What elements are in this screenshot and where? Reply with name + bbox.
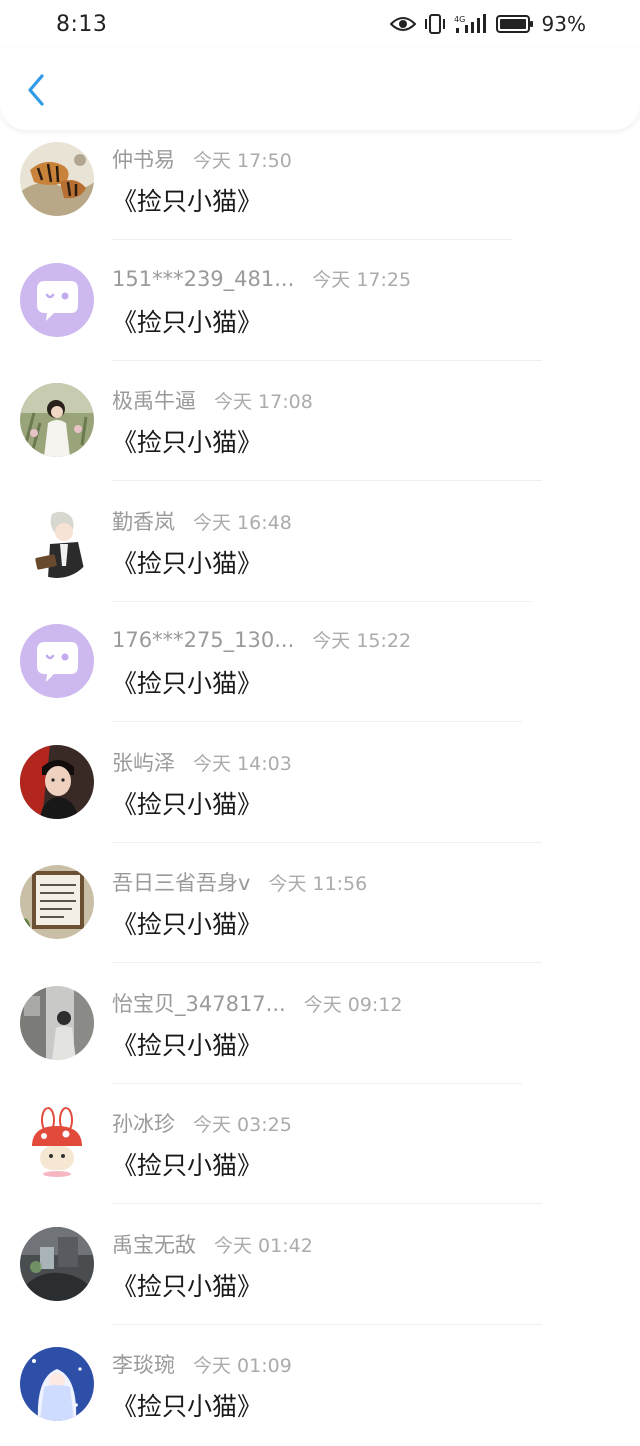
message-row[interactable]: 勤香岚 今天 16:48 《捡只小猫》 xyxy=(0,482,640,603)
message-time: 今天 17:08 xyxy=(214,391,313,413)
svg-text:4G: 4G xyxy=(454,15,465,24)
message-list: 仲书易 今天 17:50 《捡只小猫》 151***239_481... 今天 17:2… xyxy=(0,120,640,1446)
message-text: 《捡只小猫》 xyxy=(112,1151,263,1180)
message-text: 《捡只小猫》 xyxy=(112,1271,263,1301)
status-bar: 8:13 4G 93% xyxy=(0,0,640,48)
avatar[interactable] xyxy=(20,142,94,216)
avatar[interactable] xyxy=(20,624,94,698)
message-time: 今天 14:03 xyxy=(193,752,292,775)
message-time: 今天 17:50 xyxy=(193,150,292,172)
message-time: 今天 09:12 xyxy=(303,993,403,1016)
avatar[interactable] xyxy=(20,1226,94,1301)
eye-icon xyxy=(389,16,416,32)
message-meta: 吾日三省吾身v 今天 11:56 xyxy=(112,867,367,897)
message-text: 《捡只小猫》 xyxy=(112,307,263,337)
avatar[interactable] xyxy=(20,1106,94,1180)
message-meta: 勤香岚 今天 16:48 xyxy=(112,506,292,536)
message-row[interactable]: 151***239_481... 今天 17:25 《捡只小猫》 xyxy=(0,241,640,362)
status-time: 8:13 xyxy=(56,11,108,37)
message-text: 《捡只小猫》 xyxy=(112,187,263,216)
message-time: 今天 01:42 xyxy=(214,1234,313,1257)
sender-name: 怡宝贝_347817... xyxy=(112,991,286,1016)
message-text: 《捡只小猫》 xyxy=(112,548,263,578)
message-text: 《捡只小猫》 xyxy=(112,910,263,939)
message-time: 今天 16:48 xyxy=(193,511,292,534)
message-meta: 极禹牛逼 今天 17:08 xyxy=(112,385,313,415)
message-meta: 怡宝贝_347817... 今天 09:12 xyxy=(112,988,403,1018)
message-row[interactable]: 176***275_130... 今天 15:22 《捡只小猫》 xyxy=(0,602,640,723)
message-time: 今天 15:22 xyxy=(312,630,412,652)
avatar[interactable] xyxy=(20,383,94,457)
sender-name: 吾日三省吾身v xyxy=(112,871,251,895)
avatar[interactable] xyxy=(20,262,94,337)
sender-name: 仲书易 xyxy=(112,148,175,172)
message-meta: 151***239_481... 今天 17:25 xyxy=(112,265,411,292)
message-meta: 176***275_130... 今天 15:22 xyxy=(112,626,411,653)
avatar[interactable] xyxy=(20,503,94,578)
sender-name: 李琰琬 xyxy=(112,1353,175,1377)
message-row[interactable]: 禹宝无敌 今天 01:42 《捡只小猫》 xyxy=(0,1205,640,1326)
message-meta: 李琰琬 今天 01:09 xyxy=(112,1349,292,1379)
battery-percent: 93% xyxy=(541,12,586,36)
message-meta: 张屿泽 今天 14:03 xyxy=(112,747,292,777)
avatar[interactable] xyxy=(20,1347,94,1421)
message-row[interactable]: 吾日三省吾身v 今天 11:56 《捡只小猫》 xyxy=(0,843,640,964)
message-row[interactable]: 张屿泽 今天 14:03 《捡只小猫》 xyxy=(0,723,640,844)
sender-name: 禹宝无敌 xyxy=(112,1232,196,1257)
sender-name: 张屿泽 xyxy=(112,750,175,775)
status-icons: 4G 93% xyxy=(389,12,586,36)
message-meta: 仲书易 今天 17:50 xyxy=(112,144,292,174)
message-row[interactable]: 仲书易 今天 17:50 《捡只小猫》 xyxy=(0,120,640,241)
sender-name: 孙冰珍 xyxy=(112,1112,175,1136)
message-text: 《捡只小猫》 xyxy=(112,1030,263,1060)
avatar[interactable] xyxy=(20,865,94,939)
message-row[interactable]: 极禹牛逼 今天 17:08 《捡只小猫》 xyxy=(0,361,640,482)
avatar[interactable] xyxy=(20,985,94,1060)
message-text: 《捡只小猫》 xyxy=(112,789,263,819)
message-meta: 孙冰珍 今天 03:25 xyxy=(112,1108,292,1138)
message-time: 今天 17:25 xyxy=(312,268,412,291)
message-meta: 禹宝无敌 今天 01:42 xyxy=(112,1229,313,1259)
message-time: 今天 03:25 xyxy=(193,1114,292,1136)
message-time: 今天 11:56 xyxy=(268,873,368,895)
chevron-left-icon xyxy=(26,73,46,111)
sender-name: 极禹牛逼 xyxy=(112,389,196,413)
sender-name: 151***239_481... xyxy=(112,266,295,291)
message-row[interactable]: 李琰琬 今天 01:09 《捡只小猫》 xyxy=(0,1325,640,1446)
message-time: 今天 01:09 xyxy=(193,1355,292,1377)
sender-name: 勤香岚 xyxy=(112,509,175,534)
message-text: 《捡只小猫》 xyxy=(112,428,263,457)
message-text: 《捡只小猫》 xyxy=(112,669,263,698)
message-text: 《捡只小猫》 xyxy=(112,1392,263,1421)
nav-bar xyxy=(0,48,640,130)
avatar[interactable] xyxy=(20,744,94,819)
message-row[interactable]: 怡宝贝_347817... 今天 09:12 《捡只小猫》 xyxy=(0,964,640,1085)
vibrate-icon xyxy=(424,13,446,35)
message-row[interactable]: 孙冰珍 今天 03:25 《捡只小猫》 xyxy=(0,1084,640,1205)
signal-4g-icon: 4G xyxy=(454,13,488,35)
back-button[interactable] xyxy=(18,70,54,114)
sender-name: 176***275_130... xyxy=(112,628,295,652)
battery-icon xyxy=(495,14,534,34)
